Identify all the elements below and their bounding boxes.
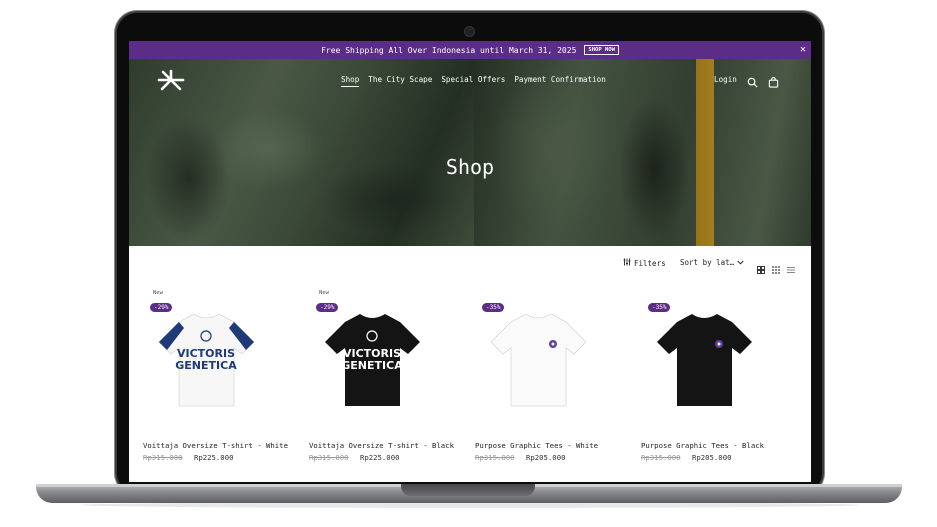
browser-viewport: Free Shipping All Over Indonesia until M… bbox=[129, 41, 811, 482]
original-price: Rp315.000 bbox=[309, 453, 349, 462]
discount-badge: -35% bbox=[482, 303, 505, 312]
product-price: Rp315.000 Rp225.000 bbox=[309, 453, 400, 462]
hero-banner: Shop The City Scape Special Offers Payme… bbox=[129, 59, 811, 246]
product-name[interactable]: Purpose Graphic Tees - Black bbox=[641, 441, 764, 450]
nav-special-offers[interactable]: Special Offers bbox=[441, 75, 505, 87]
discount-badge: -29% bbox=[150, 303, 173, 312]
original-price: Rp315.000 bbox=[641, 453, 681, 462]
filters-label: Filters bbox=[634, 258, 666, 268]
grid-2-icon[interactable] bbox=[757, 259, 765, 278]
product-image[interactable]: VICTORIS GENETICA bbox=[315, 302, 430, 417]
webcam bbox=[464, 26, 475, 37]
filters-button[interactable]: Filters bbox=[623, 258, 666, 268]
nav-shop[interactable]: Shop bbox=[341, 75, 360, 87]
new-badge: New bbox=[319, 290, 329, 296]
page-title: Shop bbox=[445, 155, 495, 179]
brand-logo-icon[interactable] bbox=[156, 68, 186, 96]
sort-label: Sort by lat… bbox=[680, 258, 735, 267]
login-link[interactable]: Login bbox=[714, 75, 737, 84]
grid-3-icon[interactable] bbox=[772, 259, 780, 278]
close-icon[interactable]: ✕ bbox=[800, 44, 806, 56]
search-icon[interactable] bbox=[747, 73, 758, 92]
cart-icon[interactable] bbox=[768, 73, 779, 92]
product-price: Rp315.000 Rp205.000 bbox=[475, 453, 566, 462]
promo-text: Free Shipping All Over Indonesia until M… bbox=[321, 45, 577, 55]
product-name[interactable]: Voittaja Oversize T-shirt - Black bbox=[309, 441, 454, 450]
new-badge: New bbox=[153, 290, 163, 296]
product-name[interactable]: Voittaja Oversize T-shirt - White bbox=[143, 441, 288, 450]
shirt-print-line2: GENETICA bbox=[341, 359, 403, 372]
product-price: Rp315.000 Rp225.000 bbox=[143, 453, 234, 462]
product-name[interactable]: Purpose Graphic Tees - White bbox=[475, 441, 598, 450]
chevron-down-icon bbox=[737, 258, 744, 267]
product-image[interactable] bbox=[481, 302, 596, 417]
original-price: Rp315.000 bbox=[143, 453, 183, 462]
shop-now-button[interactable]: SHOP NOW bbox=[584, 45, 619, 55]
sale-price: Rp205.000 bbox=[525, 453, 566, 462]
promo-bar: Free Shipping All Over Indonesia until M… bbox=[129, 41, 811, 59]
sale-price: Rp205.000 bbox=[691, 453, 732, 462]
shirt-print-line2: GENETICA bbox=[175, 359, 237, 372]
product-image[interactable] bbox=[647, 302, 762, 417]
product-image[interactable]: VICTORIS GENETICA bbox=[149, 302, 264, 417]
product-card[interactable]: New VICTORIS GENETICA -29% Voittaja Over… bbox=[295, 288, 454, 478]
product-card[interactable]: -35% Purpose Graphic Tees - Black Rp315.… bbox=[627, 288, 777, 478]
discount-badge: -35% bbox=[648, 303, 671, 312]
nav-city-scape[interactable]: The City Scape bbox=[368, 75, 432, 87]
list-icon[interactable] bbox=[787, 259, 795, 278]
sale-price: Rp225.000 bbox=[359, 453, 400, 462]
nav-payment-confirmation[interactable]: Payment Confirmation bbox=[514, 75, 605, 87]
original-price: Rp315.000 bbox=[475, 453, 515, 462]
main-nav: Shop The City Scape Special Offers Payme… bbox=[341, 75, 606, 87]
sale-price: Rp225.000 bbox=[193, 453, 234, 462]
product-card[interactable]: -35% Purpose Graphic Tees - White Rp315.… bbox=[461, 288, 611, 478]
filter-icon bbox=[623, 258, 631, 268]
product-card[interactable]: New VICTORIS GENETICA -29% Voittaja Over… bbox=[129, 288, 288, 478]
discount-badge: -29% bbox=[316, 303, 339, 312]
product-price: Rp315.000 Rp205.000 bbox=[641, 453, 732, 462]
sort-select[interactable]: Sort by lat… bbox=[680, 258, 744, 267]
laptop-notch bbox=[401, 484, 535, 496]
hero-overlay bbox=[129, 59, 811, 246]
collection-toolbar: Filters Sort by lat… bbox=[129, 257, 811, 274]
